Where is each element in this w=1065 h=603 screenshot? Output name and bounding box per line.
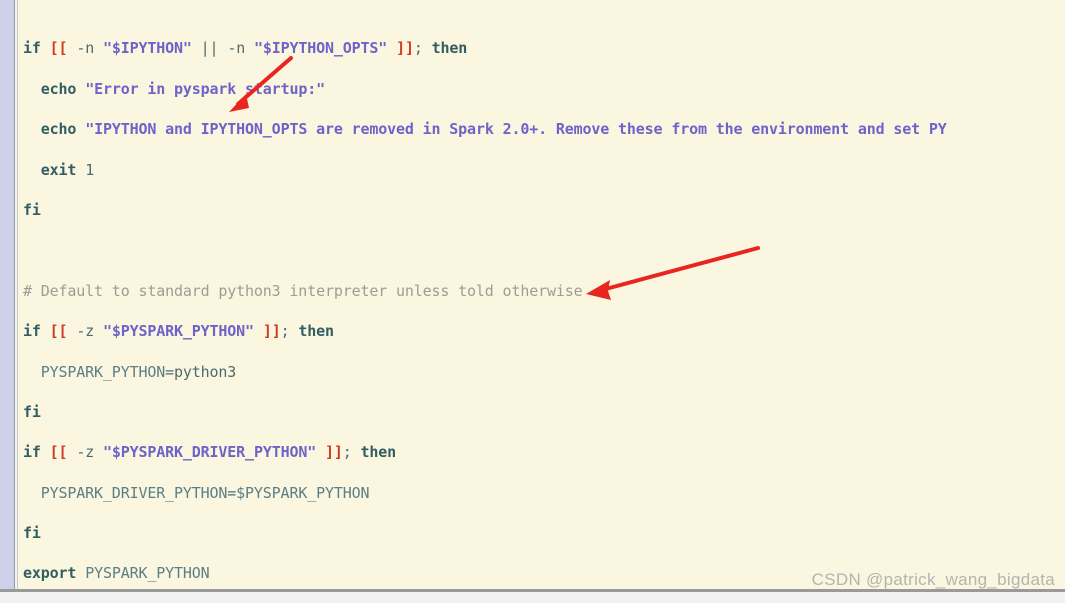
code-line: export PYSPARK_PYTHON bbox=[23, 564, 210, 583]
scrollbar-thumb[interactable] bbox=[1, 0, 13, 589]
code-line: if [[ -n "$IPYTHON" || -n "$IPYTHON_OPTS… bbox=[23, 39, 468, 58]
code-line: PYSPARK_PYTHON=python3 bbox=[40, 362, 237, 381]
code-line: if [[ -z "$PYSPARK_PYTHON" ]]; then bbox=[23, 322, 334, 341]
code-line: if [[ -z "$PYSPARK_DRIVER_PYTHON" ]]; th… bbox=[23, 443, 397, 462]
code-line: fi bbox=[23, 402, 41, 421]
code-line: fi bbox=[23, 524, 41, 543]
vim-text-area[interactable]: if [[ -n "$IPYTHON" || -n "$IPYTHON_OPTS… bbox=[18, 0, 1065, 589]
vim-window: if [[ -n "$IPYTHON" || -n "$IPYTHON_OPTS… bbox=[0, 0, 1065, 603]
window-bottom-strip bbox=[0, 592, 1065, 603]
code-line: echo "IPYTHON and IPYTHON_OPTS are remov… bbox=[40, 120, 947, 139]
watermark: CSDN @patrick_wang_bigdata bbox=[811, 570, 1055, 589]
code-line: exit 1 bbox=[40, 160, 95, 179]
source-code[interactable]: if [[ -n "$IPYTHON" || -n "$IPYTHON_OPTS… bbox=[23, 0, 947, 589]
code-line: PYSPARK_DRIVER_PYTHON=$PYSPARK_PYTHON bbox=[40, 483, 370, 502]
code-line: # Default to standard python3 interprete… bbox=[23, 281, 583, 300]
code-line: echo "Error in pyspark startup:" bbox=[40, 79, 325, 98]
vertical-scrollbar[interactable] bbox=[0, 0, 14, 589]
code-line: fi bbox=[23, 200, 41, 219]
